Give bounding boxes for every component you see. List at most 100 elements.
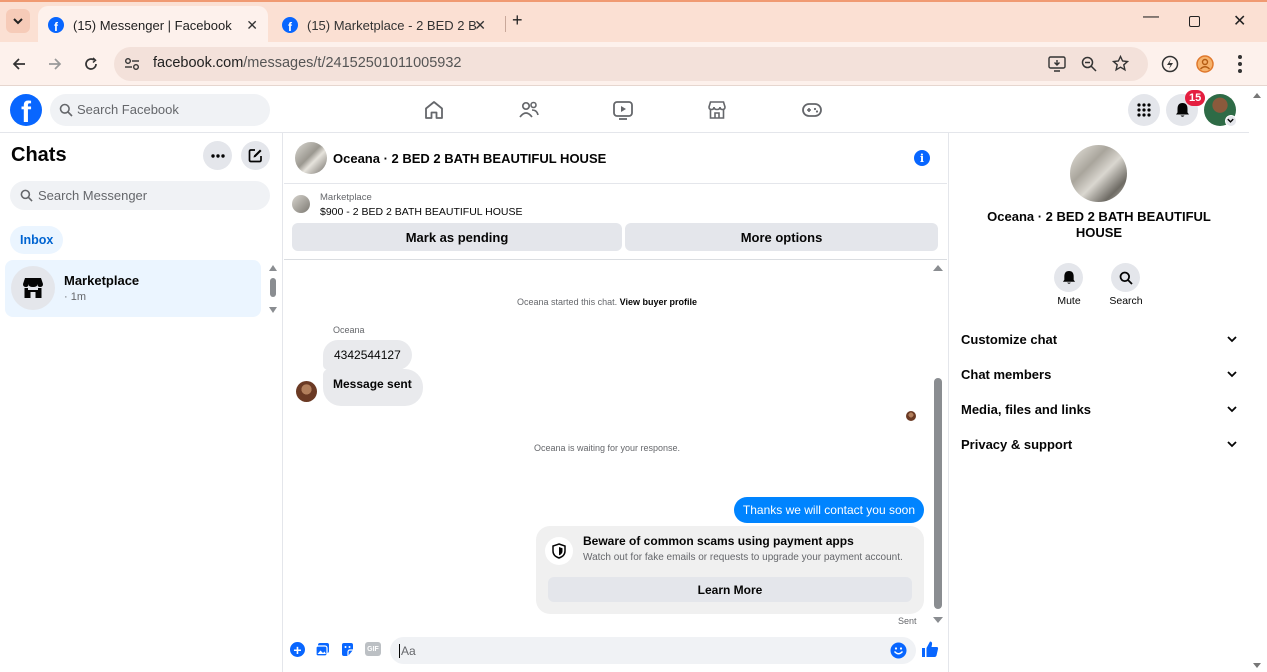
- marketplace-icon[interactable]: [706, 99, 728, 121]
- browser-menu-button[interactable]: [1238, 55, 1242, 73]
- search-placeholder: Search Messenger: [38, 188, 148, 203]
- browser-tab-strip: f (15) Messenger | Facebook ✕ f (15) Mar…: [0, 0, 1267, 44]
- sender-name: Oceana: [333, 325, 365, 335]
- close-icon[interactable]: ✕: [474, 17, 486, 34]
- scroll-down-arrow-icon[interactable]: [933, 617, 943, 623]
- listing-avatar[interactable]: [295, 142, 327, 174]
- account-menu-chevron[interactable]: [1225, 115, 1237, 127]
- install-app-icon[interactable]: [1048, 56, 1066, 72]
- waiting-notice: Oceana is waiting for your response.: [533, 443, 681, 453]
- back-icon[interactable]: [12, 57, 26, 71]
- scroll-down-arrow-icon[interactable]: [269, 307, 277, 313]
- video-icon[interactable]: [612, 99, 634, 121]
- incoming-message[interactable]: 4342544127: [323, 340, 412, 370]
- minimize-button[interactable]: —: [1143, 8, 1159, 26]
- learn-more-button[interactable]: Learn More: [548, 577, 912, 602]
- outgoing-message[interactable]: Thanks we will contact you soon: [733, 497, 924, 523]
- extension-icon[interactable]: [1161, 55, 1179, 73]
- facebook-search-input[interactable]: Search Facebook: [50, 94, 270, 126]
- sender-avatar[interactable]: [296, 381, 317, 402]
- listing-thumbnail[interactable]: [292, 195, 310, 213]
- zoom-icon[interactable]: [1081, 56, 1097, 72]
- customize-chat-section[interactable]: Customize chat: [961, 332, 1237, 347]
- gaming-icon[interactable]: [801, 99, 823, 121]
- home-icon[interactable]: [423, 99, 445, 121]
- scam-warning-body: Watch out for fake emails or requests to…: [583, 552, 903, 563]
- sticker-icon[interactable]: [340, 642, 355, 657]
- message-input[interactable]: Aa: [390, 637, 916, 664]
- forward-icon[interactable]: [48, 57, 62, 71]
- scroll-thumb[interactable]: [270, 278, 276, 297]
- chat-started-notice: Oceana started this chat. View buyer pro…: [284, 297, 930, 307]
- chats-title: Chats: [11, 144, 67, 166]
- tab-search-button[interactable]: [6, 9, 30, 33]
- menu-button[interactable]: [1128, 94, 1160, 126]
- friends-icon[interactable]: [518, 99, 540, 121]
- facebook-logo[interactable]: f: [10, 94, 42, 126]
- chat-options-button[interactable]: [203, 141, 232, 170]
- listing-title[interactable]: $900 - 2 BED 2 BATH BEAUTIFUL HOUSE: [320, 206, 522, 218]
- search-conversation-button[interactable]: [1111, 263, 1140, 292]
- notification-badge: 15: [1185, 90, 1206, 106]
- scam-warning-title: Beware of common scams using payment app…: [583, 534, 854, 548]
- bookmark-star-icon[interactable]: [1112, 55, 1129, 72]
- close-window-button[interactable]: ✕: [1233, 11, 1246, 31]
- reload-icon[interactable]: [84, 57, 98, 71]
- facebook-icon: f: [48, 17, 64, 33]
- profile-icon[interactable]: [1196, 55, 1214, 73]
- tab-marketplace[interactable]: f (15) Marketplace - 2 BED 2 BAT ✕: [272, 6, 502, 44]
- message-status: Sent: [898, 616, 917, 626]
- photo-icon[interactable]: [315, 642, 330, 657]
- chevron-down-icon: [1227, 406, 1237, 413]
- url-text: facebook.com/messages/t/2415250101100593…: [153, 55, 462, 71]
- incoming-message[interactable]: Message sent: [323, 369, 423, 406]
- like-icon[interactable]: [921, 640, 939, 658]
- gif-icon[interactable]: GIF: [365, 642, 381, 656]
- details-avatar[interactable]: [1070, 145, 1127, 202]
- chat-members-section[interactable]: Chat members: [961, 367, 1237, 382]
- url-field[interactable]: facebook.com/messages/t/2415250101100593…: [114, 47, 1148, 81]
- add-icon[interactable]: +: [290, 642, 305, 657]
- more-options-button[interactable]: More options: [625, 223, 938, 251]
- info-icon[interactable]: i: [914, 150, 930, 166]
- media-files-links-section[interactable]: Media, files and links: [961, 402, 1237, 417]
- mark-as-pending-button[interactable]: Mark as pending: [292, 223, 622, 251]
- new-tab-button[interactable]: +: [512, 10, 523, 31]
- new-message-button[interactable]: [241, 141, 270, 170]
- conversation-title[interactable]: Oceana · 2 BED 2 BATH BEAUTIFUL HOUSE: [333, 151, 606, 166]
- site-settings-icon[interactable]: [124, 57, 140, 71]
- mute-button[interactable]: [1054, 263, 1083, 292]
- url-path: /messages/t/24152501011005932: [243, 55, 462, 71]
- scroll-down-arrow-icon[interactable]: [1252, 662, 1262, 669]
- scroll-up-arrow-icon[interactable]: [933, 265, 943, 271]
- tab-messenger[interactable]: f (15) Messenger | Facebook ✕: [38, 6, 268, 44]
- scroll-thumb[interactable]: [934, 378, 942, 609]
- scroll-up-arrow-icon[interactable]: [269, 265, 277, 271]
- chat-list-item[interactable]: Marketplace · 1m: [5, 260, 261, 317]
- emoji-icon[interactable]: [890, 642, 907, 659]
- page-scrollbar[interactable]: [1249, 86, 1267, 672]
- inbox-filter-tab[interactable]: Inbox: [10, 226, 64, 254]
- listing-source: Marketplace: [320, 192, 372, 203]
- messenger-search-input[interactable]: Search Messenger: [10, 181, 270, 210]
- section-label: Customize chat: [961, 332, 1058, 347]
- view-buyer-profile-link[interactable]: View buyer profile: [620, 297, 697, 307]
- scam-warning-card: Beware of common scams using payment app…: [536, 526, 924, 614]
- chats-sidebar: Chats Search Messenger Inbox Marketplace…: [0, 133, 283, 672]
- scroll-up-arrow-icon[interactable]: [1252, 92, 1262, 99]
- shield-icon: [545, 537, 573, 565]
- chevron-down-icon: [1227, 336, 1237, 343]
- restore-button[interactable]: [1189, 16, 1200, 27]
- more-icon: [210, 153, 225, 158]
- chat-list-scrollbar[interactable]: [268, 263, 278, 315]
- privacy-support-section[interactable]: Privacy & support: [961, 437, 1237, 452]
- compose-icon: [248, 149, 262, 163]
- message-scrollbar[interactable]: [932, 263, 944, 625]
- chat-name: Marketplace: [64, 273, 140, 288]
- message-input-placeholder: Aa: [401, 644, 416, 658]
- tab-title: (15) Messenger | Facebook: [73, 17, 232, 33]
- close-icon[interactable]: ✕: [246, 17, 258, 34]
- search-icon: [20, 189, 33, 202]
- chat-meta: · 1m: [64, 291, 86, 303]
- details-title: Oceana · 2 BED 2 BATH BEAUTIFUL HOUSE: [987, 209, 1211, 240]
